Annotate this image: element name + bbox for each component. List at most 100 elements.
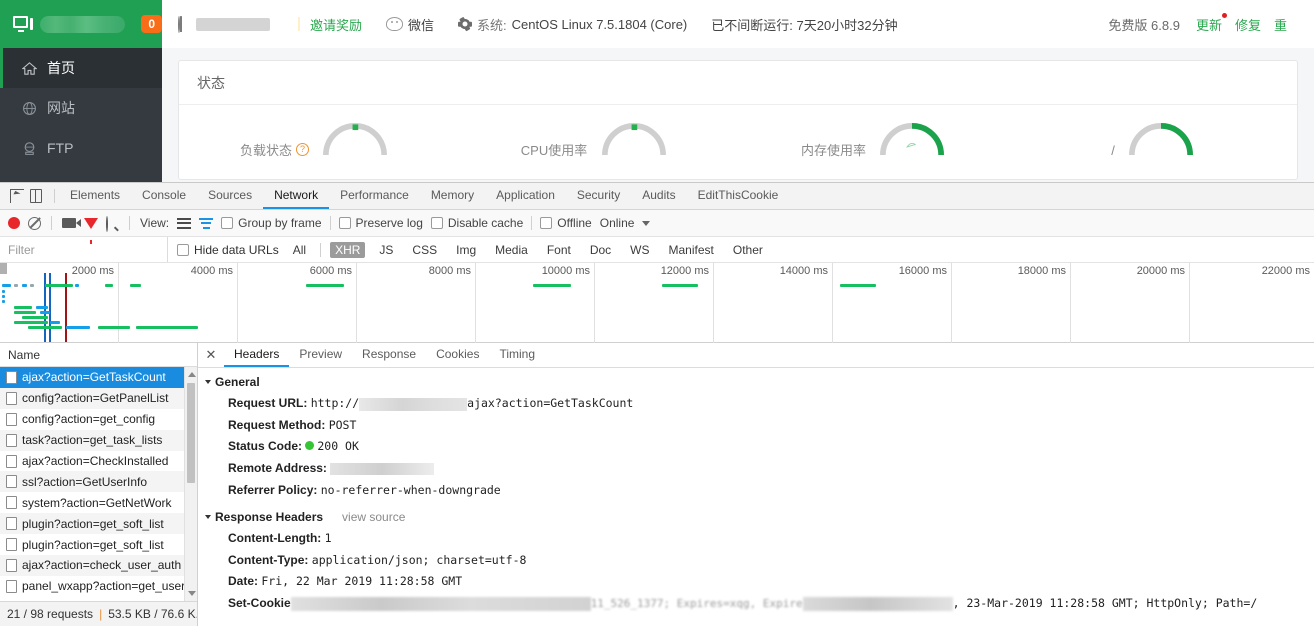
gauge-memory: 内存使用率 [738, 117, 1018, 160]
tab-performance[interactable]: Performance [329, 183, 420, 209]
disable-cache-option[interactable]: Disable cache [430, 216, 523, 230]
sidebar-item-ftp[interactable]: FTP [0, 128, 162, 168]
username-redacted [196, 17, 270, 31]
waterfall-view-icon[interactable] [199, 217, 214, 229]
search-icon[interactable] [106, 215, 119, 232]
filter-chip-img[interactable]: Img [451, 242, 481, 258]
devtools-controls [0, 183, 50, 209]
list-item[interactable]: task?action=get_task_lists [0, 429, 197, 451]
filter-chip-js[interactable]: JS [374, 242, 398, 258]
capture-screenshots-icon[interactable] [62, 218, 81, 228]
list-item[interactable]: system?action=GetNetWork [0, 492, 197, 513]
general-section-header[interactable]: General [205, 375, 1314, 389]
list-item[interactable]: config?action=get_config [0, 409, 197, 430]
offline-option[interactable]: Offline [540, 216, 592, 230]
filter-chip-media[interactable]: Media [490, 242, 533, 258]
scroll-up-icon[interactable] [188, 372, 196, 377]
filter-chip-other[interactable]: Other [728, 242, 768, 258]
user-account[interactable] [178, 15, 270, 33]
filter-icon[interactable] [84, 217, 98, 244]
chevron-down-icon[interactable] [205, 380, 211, 384]
list-item[interactable]: ssl?action=GetUserInfo [0, 471, 197, 493]
update-button[interactable]: 更新 [1196, 12, 1227, 34]
preserve-log-checkbox[interactable] [338, 217, 351, 229]
invite-reward-link[interactable]: 邀请奖励 [294, 15, 362, 34]
filter-chip-manifest[interactable]: Manifest [664, 242, 719, 258]
filter-chip-all[interactable]: All [288, 242, 311, 258]
tab-application[interactable]: Application [485, 183, 566, 209]
chevron-down-icon[interactable] [642, 220, 651, 226]
group-by-frame-option[interactable]: Group by frame [221, 216, 322, 230]
request-method-row: Request Method: POST [206, 415, 1314, 437]
tick-label: 18000 ms [1017, 265, 1066, 277]
overview-bar [22, 316, 48, 319]
repair-button[interactable]: 修复 [1235, 15, 1261, 34]
detail-tab-cookies[interactable]: Cookies [426, 343, 489, 367]
chevron-down-icon[interactable] [205, 514, 211, 519]
filter-chip-ws[interactable]: WS [625, 242, 654, 258]
tab-security[interactable]: Security [566, 183, 631, 209]
sidebar-item-website-label: 网站 [47, 100, 75, 116]
question-icon[interactable]: ? [296, 143, 310, 156]
wechat-link[interactable]: 微信 [386, 15, 434, 34]
filter-chip-xhr[interactable]: XHR [330, 241, 366, 258]
gear-icon [458, 17, 473, 31]
clear-icon[interactable] [28, 216, 41, 230]
tab-memory[interactable]: Memory [420, 183, 485, 209]
document-icon [6, 454, 17, 468]
filter-chip-font[interactable]: Font [542, 242, 576, 258]
tab-sources[interactable]: Sources [197, 183, 263, 209]
tab-editthiscookie[interactable]: EditThisCookie [687, 183, 790, 209]
sidebar-item-home[interactable]: 首页 [0, 48, 162, 88]
group-by-frame-checkbox[interactable] [221, 217, 234, 229]
filter-chip-css[interactable]: CSS [407, 242, 442, 258]
set-cookie-value-redacted [290, 596, 591, 611]
toggle-device-toolbar-icon[interactable] [30, 189, 42, 203]
response-headers-section-header[interactable]: Response Headers view source [205, 510, 1314, 524]
list-item[interactable]: config?action=GetPanelList [0, 387, 197, 409]
tab-network[interactable]: Network [263, 183, 330, 209]
request-name: config?action=get_config [22, 412, 156, 427]
view-source-link[interactable]: view source [342, 510, 405, 524]
tab-elements[interactable]: Elements [59, 183, 131, 209]
requests-list[interactable]: ajax?action=GetTaskCount config?action=G… [0, 367, 197, 601]
requests-name-column-header[interactable]: Name [0, 343, 197, 367]
throttle-value[interactable]: Online [600, 216, 635, 230]
inspect-element-icon[interactable] [10, 189, 24, 203]
requests-scrollbar[interactable] [184, 367, 197, 601]
tab-console[interactable]: Console [131, 183, 197, 209]
list-view-icon[interactable] [177, 217, 192, 229]
more-button[interactable]: 重 [1274, 15, 1287, 34]
list-item[interactable]: ajax?action=check_user_auth [0, 555, 197, 576]
list-item[interactable]: panel_wxapp?action=get_user [0, 576, 197, 597]
list-item[interactable]: ajax?action=GetTaskCount [0, 367, 197, 388]
list-item[interactable]: plugin?action=get_soft_list [0, 534, 197, 555]
document-icon [6, 579, 17, 593]
disable-cache-checkbox[interactable] [430, 217, 443, 229]
close-icon[interactable]: ✕ [198, 343, 224, 367]
hide-data-urls-option[interactable]: Hide data URLs [177, 243, 279, 257]
document-icon [6, 391, 17, 405]
request-detail-pane: ✕ Headers Preview Response Cookies Timin… [198, 343, 1314, 626]
detail-tab-response[interactable]: Response [352, 343, 426, 367]
offline-checkbox[interactable] [540, 217, 553, 229]
overview-bar [2, 284, 11, 287]
list-item[interactable]: plugin?action=get_soft_list [0, 513, 197, 535]
brand-area[interactable]: 0 [0, 0, 162, 48]
sidebar-item-website[interactable]: 网站 [0, 88, 162, 128]
filter-input[interactable] [0, 237, 168, 262]
preserve-log-option[interactable]: Preserve log [338, 216, 423, 230]
list-item[interactable]: ajax?action=CheckInstalled [0, 451, 197, 472]
detail-tab-timing[interactable]: Timing [489, 343, 545, 367]
notification-badge[interactable]: 0 [141, 15, 162, 33]
tab-audits[interactable]: Audits [631, 183, 686, 209]
detail-tab-headers[interactable]: Headers [224, 343, 290, 367]
scrollbar-thumb[interactable] [187, 383, 195, 483]
detail-tab-preview[interactable]: Preview [289, 343, 352, 367]
scroll-down-icon[interactable] [188, 591, 196, 596]
network-overview-timeline[interactable]: 2000 ms 4000 ms 6000 ms 8000 ms 10000 ms… [0, 263, 1314, 343]
hide-data-urls-checkbox[interactable] [177, 243, 189, 256]
record-button[interactable] [8, 217, 20, 229]
request-url-prefix: http:// [310, 396, 360, 411]
filter-chip-doc[interactable]: Doc [585, 242, 616, 258]
